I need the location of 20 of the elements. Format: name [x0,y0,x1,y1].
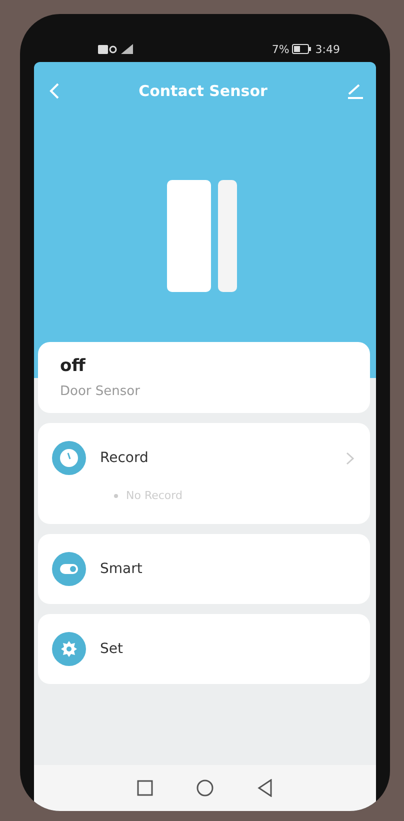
signal-icon [121,44,133,54]
menu-label: Set [100,641,124,657]
menu-card[interactable]: Smart [38,534,370,604]
menu-card[interactable]: Set [38,614,370,684]
device-name: Door Sensor [60,384,141,399]
menu-label: Record [100,450,150,466]
battery-icon [292,44,312,54]
clock-icon [52,441,86,475]
recent-apps-icon[interactable] [137,780,153,796]
chevron-icon [346,452,354,464]
menu-label: Smart [100,561,144,577]
battery-percent: 7% [272,42,290,56]
notification-icon [98,44,118,54]
back-nav-icon[interactable] [257,779,273,797]
sensor-state: off [60,356,86,376]
home-icon[interactable] [196,779,214,797]
screen-title: Contact Sensor [138,82,268,100]
toggle-icon [52,552,86,586]
settings-icon [52,632,86,666]
clock-time: 3:49 [315,42,340,56]
